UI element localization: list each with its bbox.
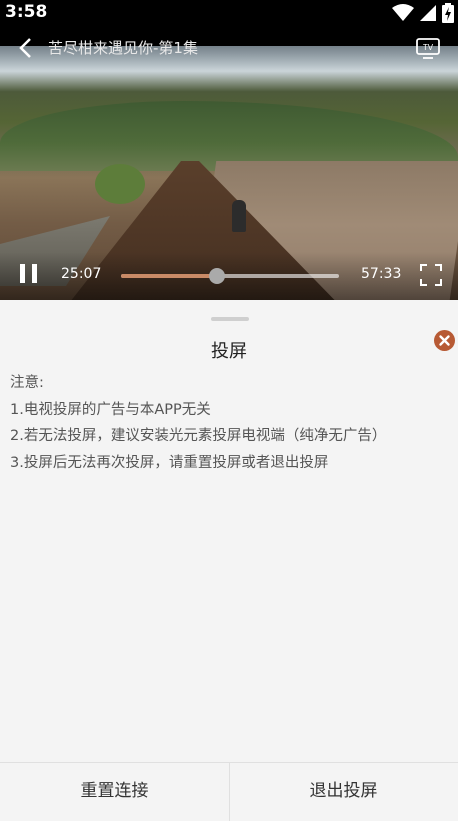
seek-thumb[interactable] bbox=[208, 268, 225, 284]
player-controls: 25:07 57:33 bbox=[0, 252, 458, 300]
seek-bar[interactable] bbox=[121, 268, 339, 284]
status-bar: 3:58 bbox=[0, 0, 458, 26]
tv-cast-icon[interactable]: TV bbox=[414, 34, 442, 62]
fullscreen-icon[interactable] bbox=[420, 264, 442, 286]
exit-cast-button[interactable]: 退出投屏 bbox=[229, 763, 458, 821]
video-farmer bbox=[232, 200, 246, 232]
total-time: 57:33 bbox=[361, 266, 402, 282]
panel-grabber[interactable] bbox=[211, 317, 249, 321]
reset-connection-button[interactable]: 重置连接 bbox=[0, 763, 229, 821]
notice-heading: 注意: bbox=[10, 375, 44, 391]
back-arrow-icon[interactable] bbox=[12, 34, 40, 62]
video-tree bbox=[95, 164, 145, 204]
note-item: 3.投屏后无法再次投屏，请重置投屏或者退出投屏 bbox=[10, 454, 329, 471]
status-time: 3:58 bbox=[5, 2, 48, 22]
close-circle-icon[interactable] bbox=[434, 330, 455, 351]
signal-icon bbox=[420, 5, 436, 21]
cast-notes: 注意: 1.电视投屏的广告与本APP无关 2.若无法投屏，建议安装光元素投屏电视… bbox=[10, 370, 386, 476]
pause-icon[interactable] bbox=[18, 262, 40, 286]
seek-progress bbox=[121, 274, 217, 278]
wifi-icon bbox=[392, 4, 414, 21]
status-icons bbox=[392, 3, 454, 23]
note-item: 2.若无法投屏，建议安装光元素投屏电视端（纯净无广告） bbox=[10, 428, 387, 444]
battery-charging-icon bbox=[442, 3, 454, 23]
cast-panel: 投屏 注意: 1.电视投屏的广告与本APP无关 2.若无法投屏，建议安装光元素投… bbox=[0, 300, 458, 820]
svg-text:TV: TV bbox=[423, 43, 434, 52]
current-time: 25:07 bbox=[61, 266, 102, 282]
player-top-bar: 苦尽柑来遇见你-第1集 TV bbox=[0, 26, 458, 70]
note-item: 1.电视投屏的广告与本APP无关 bbox=[10, 401, 211, 418]
video-player[interactable]: 苦尽柑来遇见你-第1集 TV 25:07 57:33 bbox=[0, 26, 458, 300]
video-title: 苦尽柑来遇见你-第1集 bbox=[48, 39, 198, 57]
panel-title: 投屏 bbox=[211, 341, 247, 362]
bottom-action-bar: 重置连接 退出投屏 bbox=[0, 762, 458, 821]
